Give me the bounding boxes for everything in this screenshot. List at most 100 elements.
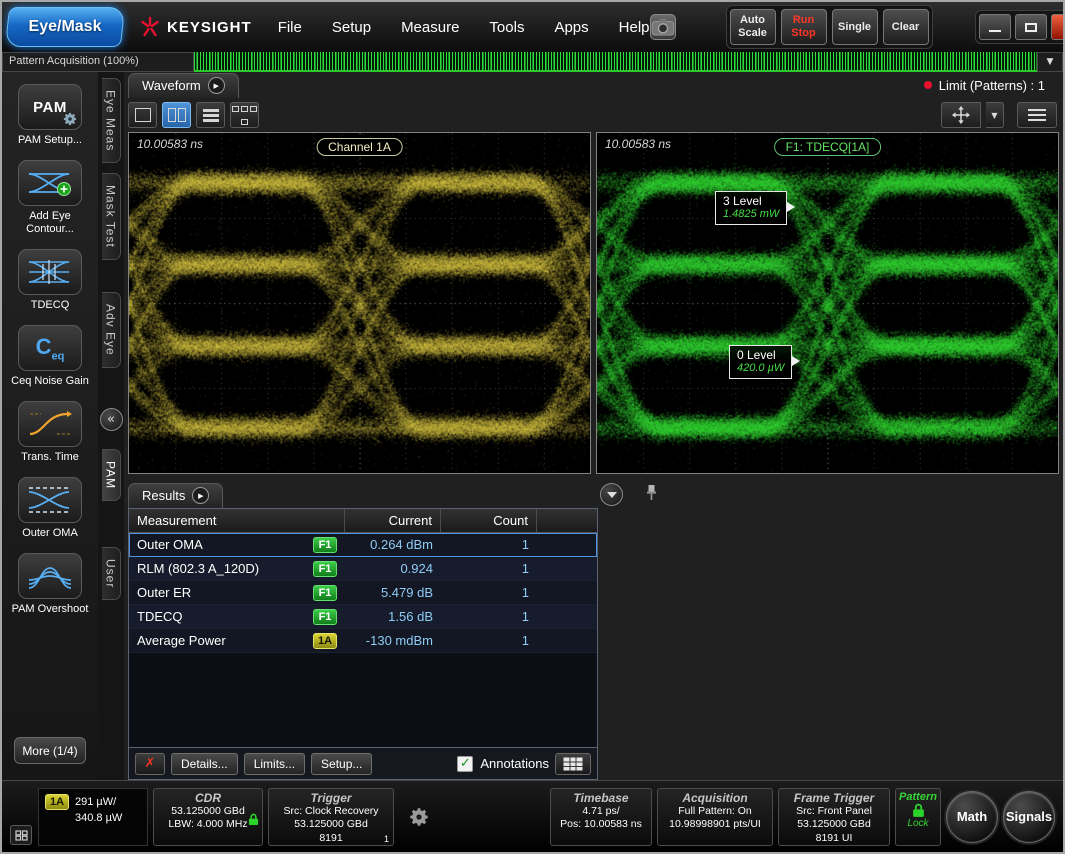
- checkbox-checked-icon[interactable]: ✓: [457, 756, 473, 772]
- eye-diagram-canvas-right[interactable]: [597, 133, 1058, 473]
- timebase-panel[interactable]: Timebase 4.71 ps/ Pos: 10.00583 ns: [550, 788, 652, 846]
- tab-pam[interactable]: PAM: [102, 449, 121, 501]
- trigger-panel[interactable]: Trigger Src: Clock Recovery 53.125000 GB…: [268, 788, 394, 846]
- layout-two-column-button[interactable]: [162, 102, 191, 128]
- sidebar-item-outer-oma[interactable]: Outer OMA: [6, 477, 94, 540]
- run-stop-button[interactable]: Run Stop: [781, 9, 827, 45]
- sidebar-item-trans-time[interactable]: Trans. Time: [6, 401, 94, 464]
- pam-overshoot-button[interactable]: [18, 553, 82, 599]
- results-header-row: Results ▶: [128, 480, 688, 508]
- acquisition-panel[interactable]: Acquisition Full Pattern: On 10.98998901…: [657, 788, 773, 846]
- minimize-button[interactable]: [979, 14, 1011, 40]
- pattern-lock-icon: [912, 803, 925, 818]
- eye-contour-add-icon: [27, 169, 73, 197]
- app-window: Eye/Mask KEYSIGHT File Setup Measure Too…: [0, 0, 1065, 854]
- menu-bar: File Setup Measure Tools Apps Help: [278, 19, 650, 36]
- pam-setup-button[interactable]: PAM: [18, 84, 82, 130]
- menu-help[interactable]: Help: [619, 19, 650, 36]
- channel-label-left[interactable]: Channel 1A: [316, 138, 403, 156]
- waveform-play-icon[interactable]: ▶: [208, 77, 225, 94]
- annotation-pointer-icon: [792, 356, 800, 366]
- title-bar: Eye/Mask KEYSIGHT File Setup Measure Too…: [2, 2, 1063, 52]
- pan-tool-button[interactable]: [941, 102, 981, 128]
- table-row-average-power[interactable]: Average Power1A -130 mdBm 1: [129, 629, 597, 653]
- pattern-lock-panel[interactable]: Pattern Lock: [895, 788, 941, 846]
- pattern-data-strip[interactable]: [194, 52, 1037, 72]
- outer-oma-button[interactable]: [18, 477, 82, 523]
- column-extra: [537, 509, 597, 532]
- annotation-3-level[interactable]: 3 Level 1.4825 mW: [715, 191, 787, 225]
- results-collapse-button[interactable]: [600, 483, 623, 506]
- menu-file[interactable]: File: [278, 19, 302, 36]
- mode-select-button[interactable]: Eye/Mask: [5, 7, 125, 47]
- more-measurements-button[interactable]: More (1/4): [14, 737, 86, 764]
- pattern-strip-dropdown-button[interactable]: ▼: [1037, 52, 1063, 72]
- maximize-button[interactable]: [1015, 14, 1047, 40]
- add-eye-contour-button[interactable]: [18, 160, 82, 206]
- grid-small-icon: [15, 830, 28, 841]
- acquisition-settings-button[interactable]: [405, 803, 433, 831]
- auto-scale-button[interactable]: Auto Scale: [730, 9, 776, 45]
- sidebar-item-add-eye-contour[interactable]: Add Eye Contour...: [6, 160, 94, 236]
- menu-setup[interactable]: Setup: [332, 19, 371, 36]
- ceq-noise-gain-button[interactable]: Ceq: [18, 325, 82, 371]
- waveform-displays: 10.00583 ns Channel 1A 10.00583 ns F1: T…: [128, 132, 1059, 474]
- table-row-outer-er[interactable]: Outer ERF1 5.479 dB 1: [129, 581, 597, 605]
- math-button[interactable]: Math: [946, 791, 998, 843]
- frame-trigger-panel[interactable]: Frame Trigger Src: Front Panel 53.125000…: [778, 788, 890, 846]
- table-row-rlm[interactable]: RLM (802.3 A_120D)F1 0.924 1: [129, 557, 597, 581]
- screenshot-button[interactable]: [650, 14, 676, 40]
- source-badge: F1: [313, 609, 337, 625]
- clear-button[interactable]: Clear: [883, 9, 929, 45]
- source-badge: F1: [313, 561, 337, 577]
- pan-tool-dropdown[interactable]: ▼: [986, 102, 1004, 128]
- results-play-icon[interactable]: ▶: [192, 487, 209, 504]
- menu-tools[interactable]: Tools: [489, 19, 524, 36]
- sidebar-item-ceq-noise-gain[interactable]: Ceq Ceq Noise Gain: [6, 325, 94, 388]
- eye-diagram-canvas-left[interactable]: [129, 133, 590, 473]
- single-button[interactable]: Single: [832, 9, 878, 45]
- details-button[interactable]: Details...: [171, 753, 238, 775]
- layout-rows-button[interactable]: [196, 102, 225, 128]
- tdecq-button[interactable]: [18, 249, 82, 295]
- annotations-toggle[interactable]: ✓ Annotations: [457, 756, 549, 772]
- delete-measurement-button[interactable]: ✗: [135, 753, 165, 775]
- trigger-marker: 1: [384, 834, 389, 844]
- tab-eye-meas[interactable]: Eye Meas: [102, 78, 121, 163]
- close-button[interactable]: ✕: [1051, 14, 1065, 40]
- layout-single-button[interactable]: [128, 102, 157, 128]
- annotation-0-level[interactable]: 0 Level 420.0 µW: [729, 345, 792, 379]
- annotation-table-button[interactable]: [555, 753, 591, 775]
- table-row-tdecq[interactable]: TDECQF1 1.56 dB 1: [129, 605, 597, 629]
- results-tab[interactable]: Results ▶: [128, 483, 223, 508]
- layout-grid-icon: [241, 106, 248, 112]
- waveform-tab[interactable]: Waveform ▶: [128, 73, 239, 98]
- sidebar-item-pam-overshoot[interactable]: PAM Overshoot: [6, 553, 94, 616]
- cdr-panel[interactable]: CDR 53.125000 GBd LBW: 4.000 MHz: [153, 788, 263, 846]
- tab-adv-eye[interactable]: Adv Eye: [102, 292, 121, 368]
- pattern-acquisition-bar: Pattern Acquisition (100%) ▼: [2, 52, 1063, 72]
- sidebar-item-pam-setup[interactable]: PAM PAM Setup...: [6, 84, 94, 147]
- waveform-tab-row: Waveform ▶ Limit (Patterns) : 1: [128, 72, 1059, 98]
- signals-button[interactable]: Signals: [1003, 791, 1055, 843]
- eye-diagram-tdecq-f1[interactable]: 10.00583 ns F1: TDECQ[1A] 3 Level 1.4825…: [596, 132, 1059, 474]
- pin-results-button[interactable]: [645, 484, 658, 506]
- setup-button[interactable]: Setup...: [311, 753, 372, 775]
- menu-measure[interactable]: Measure: [401, 19, 459, 36]
- limits-button[interactable]: Limits...: [244, 753, 305, 775]
- display-menu-button[interactable]: [1017, 102, 1057, 128]
- sidebar-collapse-button[interactable]: «: [100, 408, 123, 431]
- trans-time-button[interactable]: [18, 401, 82, 447]
- tab-mask-test[interactable]: Mask Test: [102, 173, 121, 260]
- menu-apps[interactable]: Apps: [554, 19, 588, 36]
- keysight-brand: KEYSIGHT: [139, 16, 252, 38]
- outer-oma-icon: [27, 486, 73, 514]
- eye-diagram-channel-1a[interactable]: 10.00583 ns Channel 1A: [128, 132, 591, 474]
- channel-label-right[interactable]: F1: TDECQ[1A]: [774, 138, 882, 156]
- table-row-outer-oma[interactable]: Outer OMAF1 0.264 dBm 1: [129, 533, 597, 557]
- layout-grid-button[interactable]: [230, 102, 259, 128]
- channel-1a-panel[interactable]: 1A 291 µW/ 340.8 µW: [38, 788, 148, 846]
- sidebar-item-tdecq[interactable]: TDECQ: [6, 249, 94, 312]
- layout-grid-small-button[interactable]: [10, 825, 32, 845]
- tab-user[interactable]: User: [102, 547, 121, 600]
